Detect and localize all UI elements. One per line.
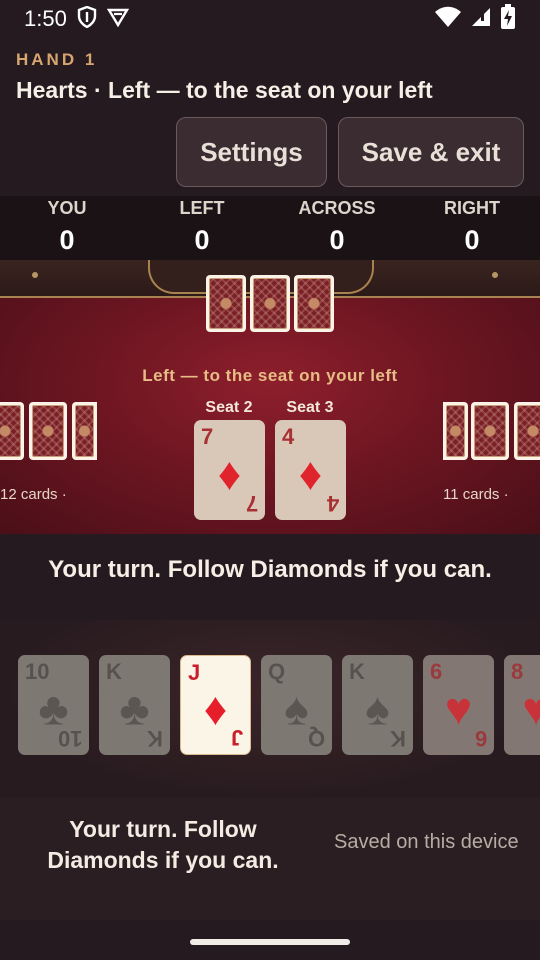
score-value: 0 [464,225,480,255]
score-you: YOU 0 [12,196,122,256]
status-bar: 1:50 [0,0,540,38]
opponent-card-back [471,402,509,460]
card-rank: J [188,660,201,685]
score-value: 0 [194,225,210,255]
battery-charging-icon [500,3,516,35]
hand-card[interactable]: 8 ♥ [504,655,540,755]
game-subtitle: Hearts · Left — to the seat on your left [16,77,433,103]
save-status: Saved on this device [334,831,519,853]
club-icon: ♣ [119,682,150,735]
signal-icon [470,6,492,33]
opponent-card-back [294,275,334,332]
diamond-icon: ♦ [298,447,323,500]
score-label: LEFT [179,198,225,218]
left-card-count: 12 cards · [0,486,67,503]
score-value: 0 [329,225,345,255]
trick-seat-label: Seat 2 [205,399,253,416]
score-right: RIGHT 0 [417,196,527,256]
footer-bar: Your turn. Follow Diamonds if you can. S… [0,798,540,920]
score-label: RIGHT [444,198,500,218]
card-rank: K [147,726,163,751]
wifi-icon [434,6,462,33]
opponent-card-back [0,402,24,460]
card-rank: 6 [430,659,443,684]
score-left: LEFT 0 [147,196,257,256]
spade-icon: ♠ [365,682,390,735]
opponent-card-back [206,275,246,332]
settings-button[interactable]: Settings [176,117,327,187]
opponent-card-back [443,402,468,460]
card-rank: 4 [282,424,295,449]
opponent-card-back [250,275,290,332]
navigation-bar [0,920,540,960]
opponent-card-back [514,402,540,460]
turn-status-message: Your turn. Follow Diamonds if you can. [48,556,492,583]
hand-card[interactable]: Q ♠ Q [261,655,332,755]
card-rank: K [390,726,406,751]
opponent-card-back [29,402,67,460]
hand-card-playable[interactable]: J ♦ J [180,655,251,755]
diamond-icon: ♦ [217,447,242,500]
pass-direction-hint: Left — to the seat on your left [142,366,398,385]
heart-icon: ♥ [522,682,540,735]
card-rank: 4 [326,491,339,516]
card-rank: Q [268,659,286,684]
shield-icon [77,5,97,33]
card-rank: 6 [474,726,487,751]
diamond-icon: ♦ [203,682,228,735]
card-rank: 10 [57,726,82,751]
card-rank: J [230,725,243,750]
hand-number-label: HAND 1 [16,50,98,69]
rail-rivet [492,272,498,278]
right-card-count: 11 cards · [443,486,509,503]
card-rank: 8 [511,659,524,684]
rail-rivet [32,272,38,278]
opponent-card-back [72,402,97,460]
hand-card[interactable]: K ♠ K [342,655,413,755]
hand-card[interactable]: 10 ♣ 10 [18,655,89,755]
player-hand: 10 ♣ 10 K ♣ K J ♦ J Q ♠ Q K ♠ K 6 ♥ 6 8 … [0,620,540,798]
footer-status-message: Your turn. Follow Diamonds if you can. [47,816,279,873]
save-exit-button[interactable]: Save & exit [338,117,524,187]
spade-icon: ♠ [284,682,309,735]
trick-card: 7 ♦ 7 [194,420,265,520]
clock: 1:50 [24,6,67,31]
trick-card: 4 ♦ 4 [275,420,346,520]
vpn-icon [106,7,129,32]
card-rank: K [349,659,365,684]
card-rank: 7 [245,491,258,516]
card-rank: 10 [25,659,50,684]
card-rank: K [106,659,122,684]
card-rank: Q [307,726,325,751]
card-table: Left — to the seat on your left 12 cards… [0,260,540,534]
heart-icon: ♥ [444,682,473,735]
trick-seat-label: Seat 3 [286,399,334,416]
hand-card[interactable]: K ♣ K [99,655,170,755]
card-rank: 7 [201,424,214,449]
score-label: YOU [47,198,87,218]
score-value: 0 [59,225,75,255]
home-gesture-handle[interactable] [190,939,350,945]
score-bar: YOU 0 LEFT 0 ACROSS 0 RIGHT 0 [0,196,540,260]
hand-card[interactable]: 6 ♥ 6 [423,655,494,755]
score-label: ACROSS [298,198,376,218]
score-across: ACROSS 0 [282,196,392,256]
